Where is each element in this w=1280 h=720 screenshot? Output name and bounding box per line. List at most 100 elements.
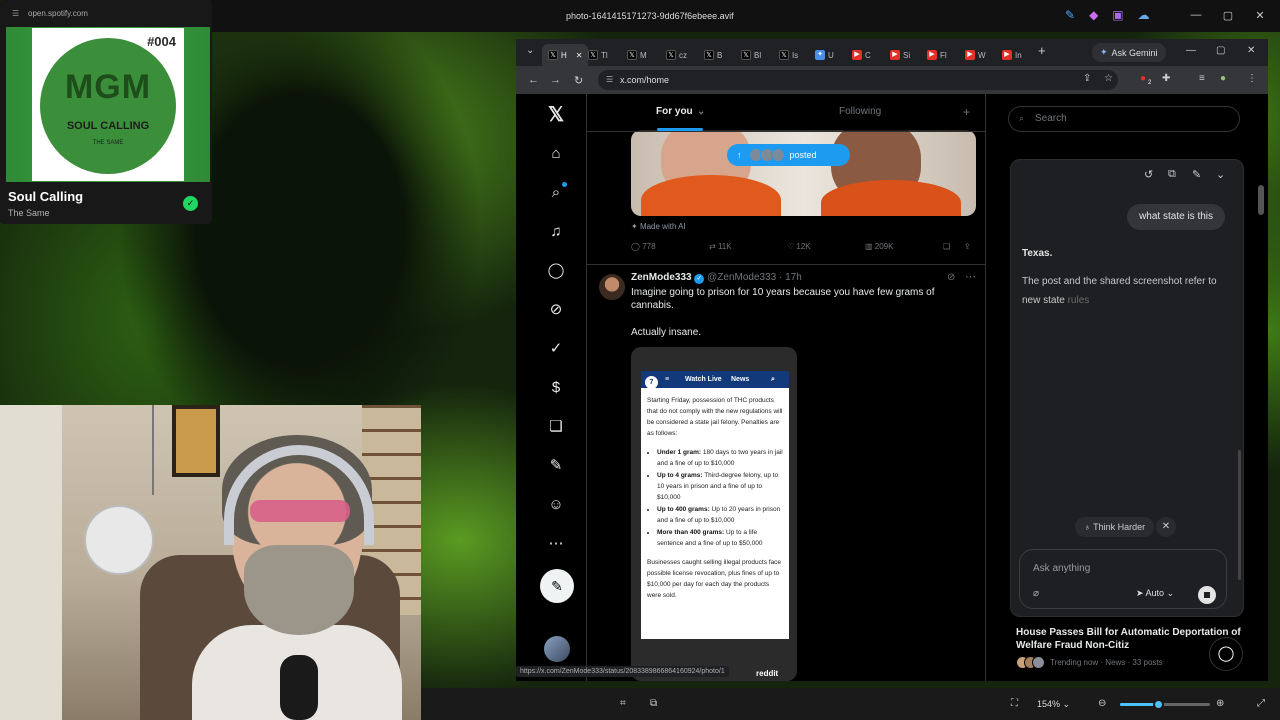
author-handle[interactable]: @ZenMode333 xyxy=(707,272,776,283)
more-icon[interactable]: ⋯ xyxy=(547,535,565,553)
zoom-level[interactable]: 154% ⌄ xyxy=(1037,699,1070,710)
verified-icon[interactable]: ✓ xyxy=(547,340,565,358)
new-tab-button[interactable]: + xyxy=(1038,43,1046,58)
x-logo-icon[interactable]: 𝕏 xyxy=(547,105,565,125)
model-mode-select[interactable]: ➤ Auto ⌄ xyxy=(1136,588,1174,599)
messages-fab-button[interactable]: ◯ xyxy=(1209,637,1243,671)
fit-to-window-icon[interactable]: ⛶ xyxy=(1011,698,1018,709)
trend-item[interactable]: House Passes Bill for Automatic Deportat… xyxy=(1016,626,1242,669)
browser-maximize-button[interactable]: ▢ xyxy=(1216,45,1225,56)
like-button[interactable]: ♡ 12K xyxy=(787,242,811,251)
grok-icon[interactable]: ⊘ xyxy=(547,301,565,319)
site-info-icon[interactable]: ☰ xyxy=(606,75,613,84)
tab-7[interactable]: ✦ U xyxy=(815,44,834,66)
clipchamp-icon[interactable]: ▣ xyxy=(1112,8,1123,22)
views-button[interactable]: ▥ 209K xyxy=(865,242,893,251)
bookmark-tweet-icon[interactable]: ❏ xyxy=(943,242,950,251)
think-harder-chip[interactable]: ♁ Think Harder xyxy=(1075,517,1155,537)
compose-post-button[interactable]: ✎ xyxy=(540,569,574,603)
collapse-chevron-icon[interactable]: ⌄ xyxy=(1216,168,1225,181)
bookmark-star-icon[interactable]: ☆ xyxy=(1104,73,1113,84)
minimize-button[interactable]: — xyxy=(1180,9,1212,22)
bookmark-icon[interactable]: ❏ xyxy=(547,418,565,436)
crop-icon[interactable]: ⌗ xyxy=(620,698,626,709)
new-posts-pill[interactable]: ↑ posted xyxy=(727,144,850,166)
open-in-window-icon[interactable]: ⧉ xyxy=(1168,168,1176,181)
money-icon[interactable]: $ xyxy=(547,379,565,397)
forward-arrow-icon[interactable]: → xyxy=(550,74,561,86)
page-scrollbar[interactable] xyxy=(1258,185,1264,215)
tweet-screenshot-image[interactable]: 7 ≡ Watch Live News ⌕ Starting Friday, p… xyxy=(631,347,797,681)
tab-5[interactable]: 𝕏 Bl xyxy=(741,44,761,66)
tab-search-icon[interactable]: ⌄ xyxy=(526,45,534,56)
share-icon[interactable]: ⇪ xyxy=(964,242,971,251)
bell-icon[interactable]: ♫ xyxy=(547,223,565,241)
close-tab-icon[interactable]: ✕ xyxy=(576,51,583,60)
chevron-down-icon[interactable]: ⌄ xyxy=(697,106,705,117)
repost-button[interactable]: ⇄ 11K xyxy=(709,242,732,251)
lists-icon[interactable]: ✎ xyxy=(547,457,565,475)
back-arrow-icon[interactable]: ← xyxy=(528,74,539,86)
tab-10[interactable]: ▶ Fl xyxy=(927,44,947,66)
tab-9[interactable]: ▶ Si xyxy=(890,44,910,66)
zoom-slider[interactable] xyxy=(1120,699,1210,710)
tab-3[interactable]: 𝕏cz xyxy=(666,44,687,66)
song-title[interactable]: Soul Calling xyxy=(8,189,83,204)
tweet-time[interactable]: · 17h xyxy=(779,272,802,283)
fullscreen-icon[interactable]: ⤢ xyxy=(1257,698,1265,709)
tab-6[interactable]: 𝕏 Is xyxy=(779,44,798,66)
install-app-icon[interactable]: ⇪ xyxy=(1083,73,1091,84)
reply-button[interactable]: ◯ 778 xyxy=(631,242,656,251)
extension-red-icon[interactable]: ● xyxy=(1140,73,1146,84)
tab-12[interactable]: ▶ In xyxy=(1002,44,1022,66)
profile-avatar-icon[interactable]: ● xyxy=(1220,73,1226,84)
gemini-prompt-input[interactable]: Ask anything ⌀ ➤ Auto ⌄ xyxy=(1019,549,1227,609)
tab-following[interactable]: Following xyxy=(839,106,881,117)
home-icon[interactable]: ⌂ xyxy=(547,145,565,163)
cloud-off-icon[interactable]: ☁ xyxy=(1138,8,1150,22)
close-button[interactable]: ✕ xyxy=(1244,9,1276,22)
close-chip-icon[interactable]: ✕ xyxy=(1156,517,1176,537)
tab-for-you[interactable]: For you xyxy=(656,106,693,117)
browser-menu-icon[interactable]: ⋮ xyxy=(1247,73,1257,84)
history-icon[interactable]: ↺ xyxy=(1144,168,1153,181)
check-icon[interactable]: ✓ xyxy=(183,196,198,211)
tweet-image[interactable] xyxy=(631,130,976,216)
maximize-button[interactable]: ▢ xyxy=(1212,9,1244,22)
tab-1[interactable]: 𝕏 Tl xyxy=(588,44,608,66)
tab-11[interactable]: ▶ W xyxy=(965,44,986,66)
search-icon[interactable]: ⌕ xyxy=(547,184,565,202)
visual-search-icon[interactable]: ⧉ xyxy=(650,698,657,709)
browser-minimize-button[interactable]: — xyxy=(1186,45,1196,56)
artist-name[interactable]: The Same xyxy=(8,208,50,218)
chat-icon[interactable]: ◯ xyxy=(547,262,565,280)
search-input[interactable]: ⌕ Search xyxy=(1008,106,1240,132)
profile-icon[interactable]: ☺ xyxy=(547,496,565,514)
url-input[interactable]: ☰ x.com/home xyxy=(598,70,1118,90)
zoom-in-icon[interactable]: ⊕ xyxy=(1216,698,1224,709)
tab-2[interactable]: 𝕏M xyxy=(627,44,647,66)
author-name[interactable]: ZenMode333 xyxy=(631,272,692,283)
grok-explain-icon[interactable]: ⊘ xyxy=(947,272,955,283)
reload-icon[interactable]: ↻ xyxy=(574,74,583,87)
zoom-slider-knob[interactable] xyxy=(1152,699,1164,710)
account-avatar[interactable] xyxy=(544,636,570,662)
new-chat-icon[interactable]: ✎ xyxy=(1192,168,1201,181)
reading-list-icon[interactable]: ≡ xyxy=(1199,73,1205,84)
browser-close-button[interactable]: ✕ xyxy=(1247,45,1255,56)
extensions-puzzle-icon[interactable]: ✚ xyxy=(1162,73,1170,84)
stop-generation-button[interactable] xyxy=(1198,586,1216,604)
attach-icon[interactable]: ⌀ xyxy=(1033,588,1039,599)
designer-icon[interactable]: ◆ xyxy=(1089,8,1098,22)
tab-8[interactable]: ▶ C xyxy=(852,44,871,66)
ask-gemini-button[interactable]: ✦ Ask Gemini xyxy=(1092,43,1166,62)
add-feed-icon[interactable]: + xyxy=(963,105,970,119)
zoom-out-icon[interactable]: ⊖ xyxy=(1098,698,1106,709)
edit-icon[interactable]: ✎ xyxy=(1065,8,1075,22)
gemini-scrollbar[interactable] xyxy=(1238,450,1241,580)
author-avatar[interactable] xyxy=(599,274,625,300)
tab-0[interactable]: 𝕏 H ✕ xyxy=(542,44,589,66)
tweet-more-icon[interactable]: ⋯ xyxy=(965,270,976,283)
tab-4[interactable]: 𝕏B xyxy=(704,44,722,66)
site-settings-icon[interactable]: ☰ xyxy=(12,9,19,18)
